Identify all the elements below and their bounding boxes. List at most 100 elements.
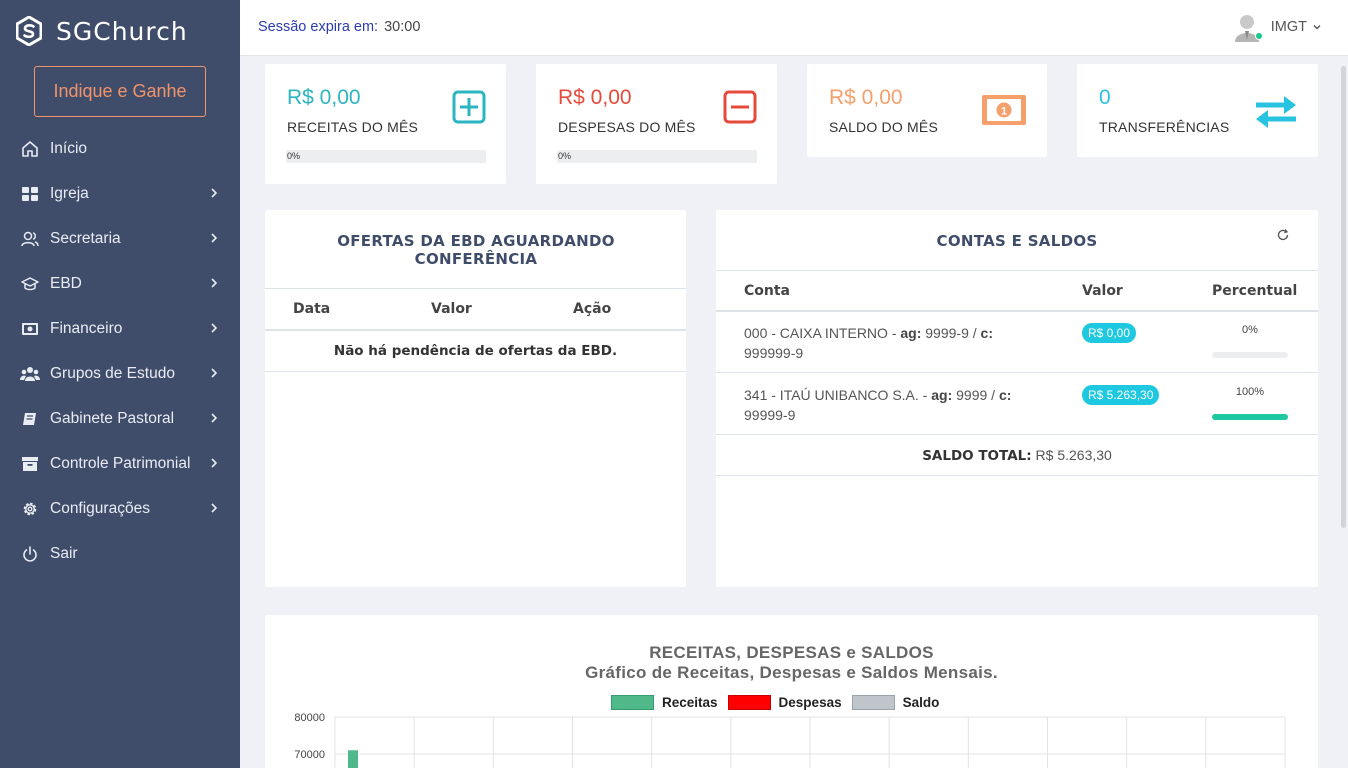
legend-label-saldo: Saldo <box>902 695 940 710</box>
group-icon <box>20 364 40 384</box>
sidebar-item-label: Igreja <box>50 184 89 202</box>
sidebar-item-inicio[interactable]: Início <box>0 126 240 171</box>
sidebar-item-ebd[interactable]: EBD <box>0 261 240 306</box>
scrollbar[interactable] <box>1341 66 1346 528</box>
sidebar-item-label: Controle Patrimonial <box>50 454 191 472</box>
chart-bar-receitas[interactable] <box>348 750 358 768</box>
conta-value-badge: R$ 0,00 <box>1082 323 1137 343</box>
user-menu[interactable]: IMGT <box>1233 12 1322 42</box>
saldo-label: SALDO DO MÊS <box>829 119 938 135</box>
chevron-right-icon <box>211 368 218 378</box>
sidebar-item-label: Grupos de Estudo <box>50 364 175 382</box>
plus-square-icon <box>452 90 486 124</box>
sidebar: SGChurch Indique e Ganhe Início Igreja S… <box>0 0 240 768</box>
ofertas-ebd-title: OFERTAS DA EBD AGUARDANDO CONFERÊNCIA <box>337 232 615 268</box>
legend-swatch-receitas <box>611 695 654 710</box>
graduation-cap-icon <box>20 274 40 294</box>
ag-label: ag: <box>931 387 953 403</box>
conta-percent-text: 0% <box>1242 324 1258 336</box>
conta-name: 341 - ITAÚ UNIBANCO S.A. - <box>744 387 932 403</box>
chevron-right-icon <box>211 233 218 243</box>
conta-value-badge: R$ 5.263,30 <box>1082 385 1160 405</box>
avatar <box>1233 12 1263 42</box>
saldo-total-value: R$ 5.263,30 <box>1031 447 1112 463</box>
despesas-progress-text: 0% <box>558 151 572 161</box>
user-name: IMGT <box>1270 19 1307 35</box>
receitas-value: R$ 0,00 <box>287 86 361 109</box>
c-value: 99999-9 <box>744 407 796 423</box>
conta-description: 000 - CAIXA INTERNO - ag: 9999-9 / c: 99… <box>744 323 1034 363</box>
chart-legend: Receitas Despesas Saldo <box>611 695 939 710</box>
saldo-value: R$ 0,00 <box>829 86 903 109</box>
receitas-label: RECEITAS DO MÊS <box>287 119 419 135</box>
chevron-right-icon <box>211 188 218 198</box>
transferencias-label: TRANSFERÊNCIAS <box>1099 119 1230 135</box>
sidebar-item-sair[interactable]: Sair <box>0 531 240 576</box>
contas-saldos-panel: CONTAS E SALDOS Conta Valor Percentual 0… <box>716 210 1318 587</box>
ofertas-ebd-empty-message: Não há pendência de ofertas da EBD. <box>265 331 686 372</box>
c-value: 999999-9 <box>744 345 804 361</box>
sidebar-menu: Início Igreja Secretaria EBD Financeiro … <box>0 126 240 576</box>
sidebar-item-gabinete-pastoral[interactable]: Gabinete Pastoral <box>0 396 240 441</box>
sgchurch-logo-icon <box>16 16 42 46</box>
sidebar-item-financeiro[interactable]: Financeiro <box>0 306 240 351</box>
despesas-card: R$ 0,00 DESPESAS DO MÊS 0% <box>536 64 777 184</box>
receitas-despesas-chart-card: RECEITAS, DESPESAS e SALDOS Gráfico de R… <box>265 615 1318 768</box>
home-icon <box>20 139 40 159</box>
brand[interactable]: SGChurch <box>0 0 240 62</box>
sidebar-item-label: Financeiro <box>50 319 123 337</box>
money-icon <box>20 319 40 339</box>
minus-square-icon <box>723 90 757 124</box>
transferencias-value: 0 <box>1099 86 1111 109</box>
c-label: c: <box>998 387 1012 403</box>
brand-name: SGChurch <box>56 16 188 46</box>
contas-saldos-title: CONTAS E SALDOS <box>936 232 1098 250</box>
topbar: Sessão expira em: 30:00 IMGT <box>240 0 1348 56</box>
online-status-dot <box>1254 32 1263 40</box>
conta-name: 000 - CAIXA INTERNO - <box>744 325 901 341</box>
sidebar-item-label: Configurações <box>50 499 150 517</box>
ofertas-ebd-panel: OFERTAS DA EBD AGUARDANDO CONFERÊNCIA Da… <box>265 210 686 587</box>
despesas-value: R$ 0,00 <box>558 86 632 109</box>
money-bill-icon: 1 <box>982 95 1026 125</box>
contas-table-header: Conta Valor Percentual <box>716 270 1318 312</box>
indique-e-ganhe-button[interactable]: Indique e Ganhe <box>34 66 206 117</box>
table-row: 341 - ITAÚ UNIBANCO S.A. - ag: 9999 / c:… <box>716 374 1318 435</box>
conta-percent-bar <box>1212 414 1288 420</box>
sidebar-item-igreja[interactable]: Igreja <box>0 171 240 216</box>
chart-subtitle: Gráfico de Receitas, Despesas e Saldos M… <box>585 663 998 682</box>
chart-plot: 80000 70000 <box>294 712 1286 768</box>
chevron-right-icon <box>211 458 218 468</box>
despesas-progress: 0% <box>557 150 757 163</box>
archive-icon <box>20 454 40 474</box>
sidebar-item-secretaria[interactable]: Secretaria <box>0 216 240 261</box>
table-row: 000 - CAIXA INTERNO - ag: 9999-9 / c: 99… <box>716 312 1318 373</box>
legend-label-receitas: Receitas <box>662 695 718 710</box>
sidebar-item-configuracoes[interactable]: Configurações <box>0 486 240 531</box>
sidebar-item-controle-patrimonial[interactable]: Controle Patrimonial <box>0 441 240 486</box>
ag-label: ag: <box>900 325 922 341</box>
session-label: Sessão expira em: <box>258 19 379 35</box>
exchange-arrows-icon <box>1256 96 1296 128</box>
receitas-card: R$ 0,00 RECEITAS DO MÊS 0% <box>265 64 506 184</box>
users-icon <box>20 229 40 249</box>
saldo-total-label: SALDO TOTAL: <box>922 448 1032 464</box>
legend-swatch-despesas <box>727 695 771 710</box>
c-label: c: <box>980 325 993 341</box>
refresh-icon[interactable] <box>1276 228 1290 242</box>
column-header-valor: Valor <box>431 301 472 317</box>
ofertas-ebd-table-header: Data Valor Ação <box>265 288 686 331</box>
conta-description: 341 - ITAÚ UNIBANCO S.A. - ag: 9999 / c:… <box>744 385 1034 425</box>
saldo-total: SALDO TOTAL: R$ 5.263,30 <box>716 435 1318 476</box>
chart-title: RECEITAS, DESPESAS e SALDOS Gráfico de R… <box>265 643 1318 683</box>
receitas-progress: 0% <box>286 150 486 163</box>
despesas-label: DESPESAS DO MÊS <box>558 119 696 135</box>
sidebar-item-label: Secretaria <box>50 229 121 247</box>
sidebar-item-grupos-de-estudo[interactable]: Grupos de Estudo <box>0 351 240 396</box>
sidebar-item-label: EBD <box>50 274 82 292</box>
ag-value: 9999 / <box>952 387 999 403</box>
column-header-valor: Valor <box>1082 283 1123 299</box>
sidebar-item-label: Gabinete Pastoral <box>50 409 175 427</box>
legend-label-despesas: Despesas <box>778 695 842 710</box>
saldo-card: R$ 0,00 SALDO DO MÊS 1 <box>807 64 1047 157</box>
